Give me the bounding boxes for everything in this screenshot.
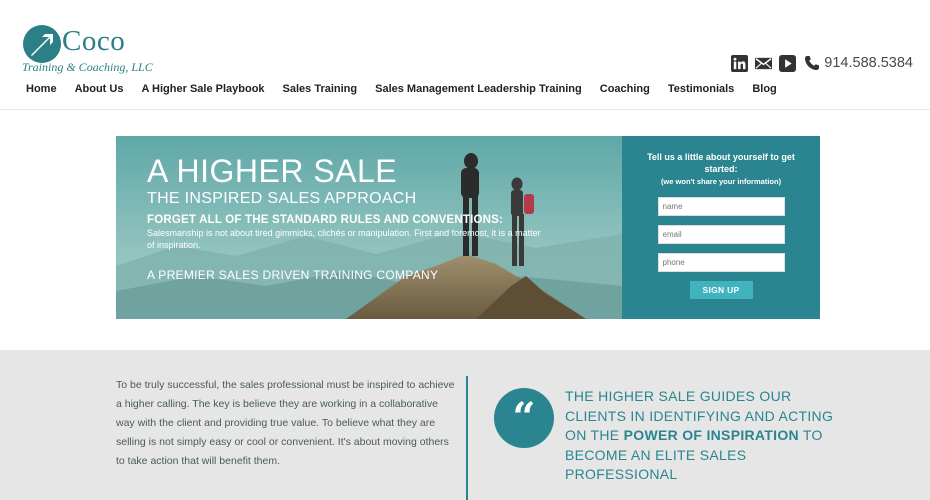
logo-arrow-icon [23,25,61,63]
form-title: Tell us a little about yourself to get s… [647,152,795,174]
hero-subtitle: THE INSPIRED SALES APPROACH [147,190,417,207]
nav-higher-sale-playbook[interactable]: A Higher Sale Playbook [141,83,264,95]
phone-field[interactable] [657,253,785,272]
phone-number[interactable]: 914.588.5384 [824,55,913,71]
hero-body: Salesmanship is not about tired gimmicks… [147,228,541,250]
hero-banner: A HIGHER SALE THE INSPIRED SALES APPROAC… [116,136,820,319]
hero-text: A HIGHER SALE THE INSPIRED SALES APPROAC… [147,154,547,251]
signup-button[interactable]: SIGN UP [689,281,753,299]
section-divider [466,376,468,500]
signup-form: Tell us a little about yourself to get s… [622,136,820,319]
quote-icon: “ [512,394,536,441]
nav-blog[interactable]: Blog [752,83,776,95]
name-field[interactable] [657,197,785,216]
main-nav: Home About Us A Higher Sale Playbook Sal… [26,83,795,95]
quote-badge: “ [494,388,554,448]
nav-sales-management-leadership-training[interactable]: Sales Management Leadership Training [375,83,582,95]
contact-bar: 914.588.5384 [724,53,913,73]
intro-section: To be truly successful, the sales profes… [0,350,930,500]
nav-sales-training[interactable]: Sales Training [283,83,358,95]
nav-testimonials[interactable]: Testimonials [668,83,734,95]
mail-icon[interactable] [755,55,773,72]
site-header: Coco Training & Coaching, LLC 914.588.53… [0,0,930,110]
intro-paragraph: To be truly successful, the sales profes… [116,379,455,467]
hero-tagline: A PREMIER SALES DRIVEN TRAINING COMPANY [147,268,439,282]
linkedin-icon[interactable] [731,54,749,72]
youtube-icon[interactable] [779,54,797,72]
brand-name: Coco [62,25,126,57]
form-privacy-note: (we won't share your information) [660,177,782,186]
phone-icon[interactable] [804,55,820,71]
hero-rule-heading: FORGET ALL OF THE STANDARD RULES AND CON… [147,214,504,226]
nav-coaching[interactable]: Coaching [600,83,650,95]
pull-quote: THE HIGHER SALE GUIDES OUR CLIENTS IN ID… [565,387,835,485]
brand-tagline: Training & Coaching, LLC [22,60,153,74]
nav-about-us[interactable]: About Us [75,83,124,95]
email-field[interactable] [657,225,785,244]
quote-emphasis: POWER OF INSPIRATION [623,427,799,443]
hero-title: A HIGHER SALE [147,153,398,189]
logo[interactable]: Coco Training & Coaching, LLC [22,22,172,74]
nav-home[interactable]: Home [26,83,57,95]
